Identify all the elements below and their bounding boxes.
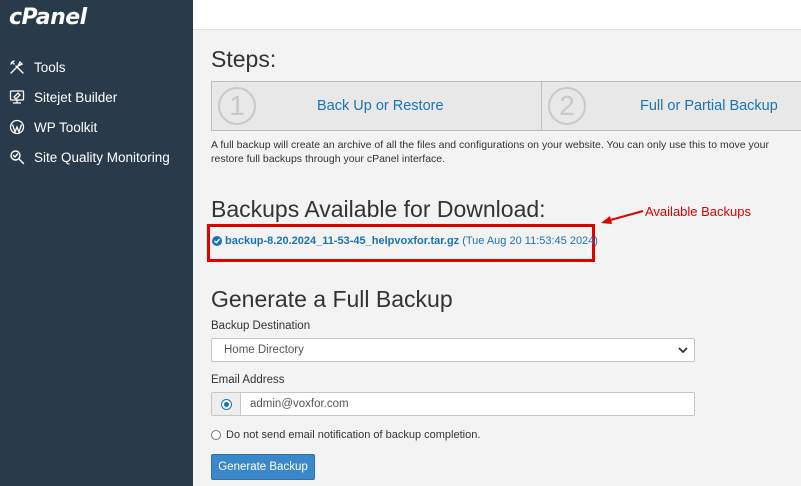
- step-number-2: 2: [548, 87, 586, 125]
- email-address-label: Email Address: [211, 374, 285, 386]
- step-back-up-or-restore[interactable]: 1 Back Up or Restore: [211, 81, 542, 131]
- check-circle-icon: [212, 236, 222, 246]
- backup-destination-label: Backup Destination: [211, 320, 311, 332]
- cpanel-logo[interactable]: cPanel: [9, 5, 87, 30]
- wordpress-icon: [8, 118, 26, 136]
- backup-destination-select[interactable]: Home Directory: [211, 338, 695, 362]
- sidebar-item-label: WP Toolkit: [34, 119, 98, 135]
- backup-download-link[interactable]: backup-8.20.2024_11-53-45_helpvoxfor.tar…: [225, 235, 459, 247]
- step-full-or-partial-backup[interactable]: 2 Full or Partial Backup: [542, 81, 801, 131]
- sitejet-icon: [8, 88, 26, 106]
- sidebar-item-label: Tools: [34, 59, 66, 75]
- backup-item: backup-8.20.2024_11-53-45_helpvoxfor.tar…: [212, 235, 598, 247]
- generate-heading: Generate a Full Backup: [211, 286, 453, 312]
- sidebar-item-site-quality-monitoring[interactable]: Site Quality Monitoring: [0, 142, 193, 172]
- sidebar-nav: Tools Sitejet Builder WP Toolkit Site Qu…: [0, 52, 193, 172]
- select-value: Home Directory: [224, 344, 304, 356]
- step-label: Full or Partial Backup: [640, 98, 778, 114]
- top-bar: [193, 0, 801, 30]
- annotation-arrow-icon: [601, 210, 644, 224]
- tools-icon: [8, 58, 26, 76]
- step-label: Back Up or Restore: [317, 98, 444, 114]
- step-number-1: 1: [218, 87, 256, 125]
- steps-wizard: 1 Back Up or Restore 2 Full or Partial B…: [211, 81, 801, 131]
- chevron-down-icon: [678, 347, 688, 354]
- email-field[interactable]: [240, 392, 695, 416]
- main-content: Steps: 1 Back Up or Restore 2 Full or Pa…: [193, 30, 801, 486]
- backup-date: (Tue Aug 20 11:53:45 2024): [462, 235, 598, 247]
- sidebar-item-label: Site Quality Monitoring: [34, 149, 170, 165]
- steps-description: A full backup will create an archive of …: [211, 139, 769, 165]
- generate-backup-button[interactable]: Generate Backup: [211, 454, 315, 480]
- backups-heading: Backups Available for Download:: [211, 196, 546, 222]
- site-quality-icon: [8, 148, 26, 166]
- sidebar-item-sitejet-builder[interactable]: Sitejet Builder: [0, 82, 193, 112]
- annotation-label: Available Backups: [645, 204, 751, 219]
- email-row: [211, 392, 695, 416]
- no-email-radio[interactable]: [211, 430, 221, 440]
- no-email-option: Do not send email notification of backup…: [211, 429, 480, 441]
- email-radio[interactable]: [220, 398, 232, 410]
- sidebar-item-label: Sitejet Builder: [34, 89, 118, 105]
- sidebar-item-tools[interactable]: Tools: [0, 52, 193, 82]
- email-radio-addon: [211, 392, 240, 416]
- steps-heading: Steps:: [211, 46, 277, 72]
- no-email-label: Do not send email notification of backup…: [226, 429, 481, 441]
- sidebar: cPanel Tools Sitejet Builder WP Toolkit …: [0, 0, 193, 486]
- sidebar-item-wp-toolkit[interactable]: WP Toolkit: [0, 112, 193, 142]
